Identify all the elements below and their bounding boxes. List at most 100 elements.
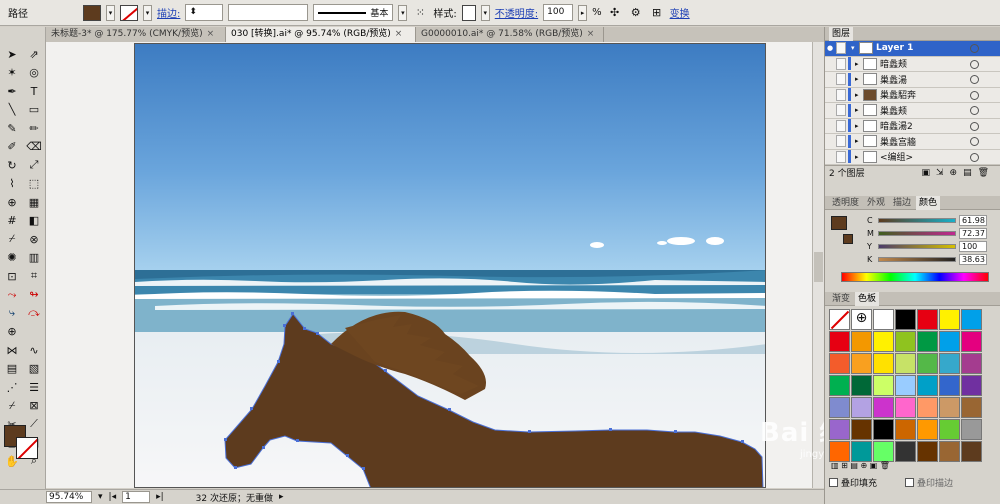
swatch[interactable] [829,309,850,330]
m-slider[interactable] [878,231,956,236]
swatch[interactable] [895,375,916,396]
swatch[interactable] [917,309,938,330]
swatch[interactable] [895,397,916,418]
next-page-icon[interactable]: ▸| [156,492,164,502]
lock-toggle[interactable] [836,42,846,55]
layer-row[interactable]: ▸ 巢蠡駋奔 [825,87,1000,103]
eraser-tool-icon[interactable]: ⌫ [23,138,45,157]
reshape-tool-icon[interactable]: ⤼ [23,304,45,323]
swatch[interactable] [851,375,872,396]
brush-dropdown[interactable]: ▾ [398,4,408,21]
fill-swatch[interactable] [83,4,101,21]
artboard-tool-icon[interactable]: ⊡ [1,267,23,286]
graph-icon[interactable]: ⁙ [412,5,428,21]
target-icon[interactable] [970,59,979,69]
warp-tool-icon[interactable]: ⌇ [1,175,23,194]
live-paint-select-tool-icon[interactable]: ↬ [23,286,45,305]
k-slider[interactable] [878,257,956,262]
swatch[interactable] [917,331,938,352]
m-value[interactable]: 72.37 [959,228,987,239]
swatch[interactable] [895,309,916,330]
swatch[interactable] [851,331,872,352]
k-value[interactable]: 38.63 [959,254,987,265]
slice-tool-icon[interactable]: ⌗ [23,267,45,286]
artboard[interactable] [134,43,766,488]
stroke-link[interactable]: 描边: [157,5,180,20]
stroke-swatch[interactable] [120,4,138,21]
wave-tool-icon[interactable]: ∿ [23,341,45,360]
tab-layers[interactable]: 图层 [829,26,854,41]
width-tool-icon[interactable]: ⤷ [1,304,23,323]
expand-icon[interactable]: ▸ [855,137,863,145]
close-icon[interactable]: × [207,27,215,42]
expand-icon[interactable]: ▸ [855,75,863,83]
direct-selection-tool-icon[interactable]: ⇗ [23,45,45,64]
style-swatch[interactable] [461,4,476,21]
tab-transparency[interactable]: 透明度 [829,196,862,210]
swatch[interactable] [939,331,960,352]
align-icon[interactable]: ⊞ [649,5,665,21]
swatch[interactable] [895,419,916,440]
expand-icon[interactable]: ▸ [855,60,863,68]
list-tool-icon[interactable]: ☰ [23,378,45,397]
envelope-tool-icon[interactable]: ⋈ [1,341,23,360]
symbol-sprayer-tool-icon[interactable]: ✺ [1,249,23,268]
zoom-dropdown[interactable]: ▾ [98,492,103,502]
swatch[interactable] [917,397,938,418]
tab-untitled-3[interactable]: 未标题-3* @ 175.77% (CMYK/预览) × [46,27,226,42]
recolor-icon[interactable]: ✣ [607,5,623,21]
opacity-field[interactable]: 100 [543,4,574,21]
magic-wand-tool-icon[interactable]: ✶ [1,64,23,83]
pencil-tool-icon[interactable]: ✏ [23,119,45,138]
tab-appearance[interactable]: 外观 [864,196,888,210]
c-value[interactable]: 61.98 [959,215,987,226]
swatch[interactable] [873,419,894,440]
swatch[interactable] [961,375,982,396]
tab-swatches[interactable]: 色板 [855,291,880,306]
target-icon[interactable] [970,44,979,53]
tab-gradient[interactable]: 渐变 [829,292,853,306]
type-tool-icon[interactable]: T [23,82,45,101]
close-icon[interactable]: × [395,27,403,42]
y-slider[interactable] [878,244,956,249]
mesh-tool-icon[interactable]: # [1,212,23,231]
swatch[interactable] [873,397,894,418]
swatch[interactable] [829,397,850,418]
blob-brush-tool-icon[interactable]: ✐ [1,138,23,157]
layer-row[interactable]: ▸ 暗蠡颊 [825,56,1000,72]
chart-tool-icon[interactable]: ▤ [1,360,23,379]
layer-row[interactable]: ▸ 巢蠡宫牆 [825,134,1000,150]
shape-builder-tool-icon[interactable]: ⊕ [1,193,23,212]
layer-row[interactable]: ● ▾ Layer 1 [825,41,1000,57]
swatch[interactable] [939,353,960,374]
overprint-fill-checkbox[interactable]: 叠印填充 [829,476,877,489]
brush-definition[interactable]: 基本 [313,4,394,21]
gradient-tool-icon[interactable]: ◧ [23,212,45,231]
stroke-weight-field[interactable]: ⬍ [185,4,224,21]
eyedropper2-tool-icon[interactable]: ⌿ [1,397,23,416]
swatch[interactable] [895,353,916,374]
swatch[interactable] [829,331,850,352]
paintbrush-tool-icon[interactable]: ✎ [1,119,23,138]
swatch[interactable] [961,397,982,418]
stroke-color-box[interactable] [16,437,38,459]
gear-icon[interactable]: ⚙ [628,5,644,21]
expand-icon[interactable]: ▸ [855,106,863,114]
target-icon[interactable] [970,75,979,84]
zoom-field[interactable]: 95.74% [46,491,92,503]
layer-buttons[interactable]: ▣⇲⊕▤🗑 [921,168,995,178]
layer-row[interactable]: ▸ <编组> [825,149,1000,165]
variable-width-field[interactable] [228,4,309,21]
expand-icon[interactable]: ▾ [851,44,859,52]
lasso-tool-icon[interactable]: ◎ [23,64,45,83]
tab-030[interactable]: 030 [转换].ai* @ 95.74% (RGB/预览) × [226,27,416,42]
perspective-grid-tool-icon[interactable]: ▦ [23,193,45,212]
swatch[interactable] [939,397,960,418]
blend-tool-icon[interactable]: ⊗ [23,230,45,249]
knife-tool-icon[interactable]: ⟋ [23,415,45,434]
swatch-buttons[interactable]: ▥ ⊞ ▤ ⊕ ▣ 🗑 [825,458,1000,472]
target-icon[interactable] [970,121,979,131]
globe-symbol-icon[interactable]: ⊕ [1,323,23,342]
visibility-icon[interactable]: ● [827,44,835,52]
tab-g0000010[interactable]: G0000010.ai* @ 71.58% (RGB/预览) × [416,27,604,42]
